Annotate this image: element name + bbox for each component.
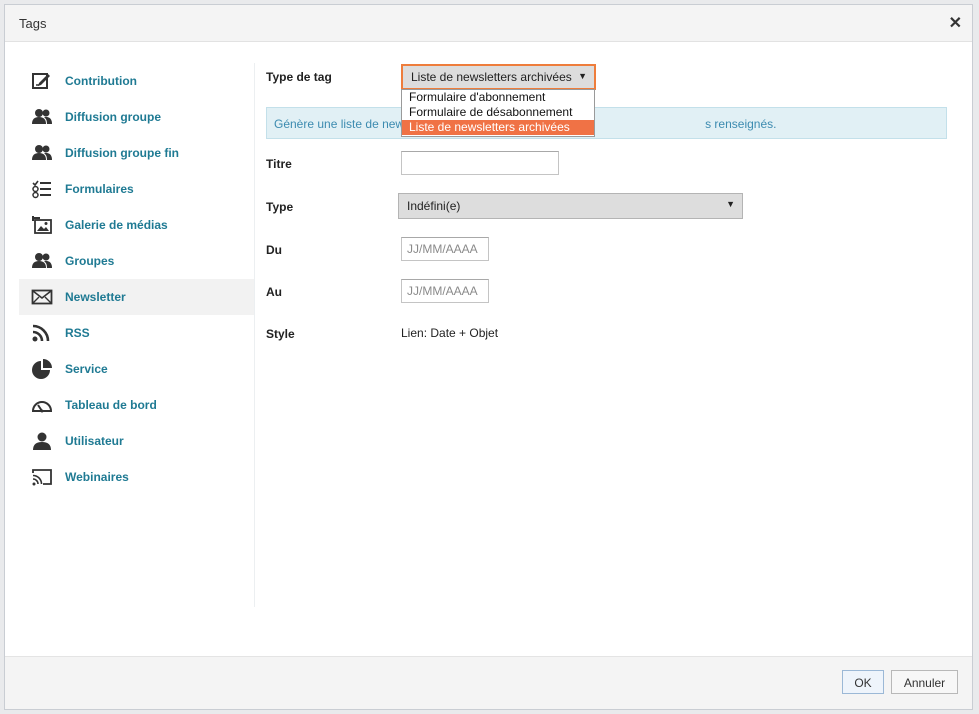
pie-chart-icon xyxy=(31,359,53,379)
sidebar-item-label: Tableau de bord xyxy=(65,398,157,412)
sidebar-divider xyxy=(254,63,255,607)
sidebar-item-service[interactable]: Service xyxy=(19,351,255,387)
sidebar-item-diffusion-groupe[interactable]: Diffusion groupe xyxy=(19,99,255,135)
gallery-icon xyxy=(31,215,53,235)
type-select[interactable]: Indéfini(e) ▼ xyxy=(398,193,743,219)
info-text-end: s renseignés. xyxy=(705,117,777,131)
sidebar-item-label: Service xyxy=(65,362,108,376)
tag-type-option-abonnement[interactable]: Formulaire d'abonnement xyxy=(402,90,594,105)
to-date-label: Au xyxy=(266,285,282,299)
sidebar-item-utilisateur[interactable]: Utilisateur xyxy=(19,423,255,459)
tag-type-selected-value: Liste de newsletters archivées xyxy=(411,70,572,84)
sidebar-item-label: Galerie de médias xyxy=(65,218,168,232)
cancel-button[interactable]: Annuler xyxy=(891,670,958,694)
sidebar-item-label: Groupes xyxy=(65,254,115,268)
ok-button[interactable]: OK xyxy=(842,670,884,694)
tags-dialog: Tags ✕ Contribution Diffusion groupe Dif… xyxy=(4,4,973,710)
sidebar-item-tableau-de-bord[interactable]: Tableau de bord xyxy=(19,387,255,423)
sidebar-item-label: Contribution xyxy=(65,74,137,88)
type-label: Type xyxy=(266,200,294,214)
tag-type-option-desabonnement[interactable]: Formulaire de désabonnement xyxy=(402,105,594,120)
sidebar-item-label: Utilisateur xyxy=(65,434,124,448)
style-label: Style xyxy=(266,327,295,341)
info-text-start: Génère une liste de new xyxy=(274,117,405,131)
type-selected-value: Indéfini(e) xyxy=(407,199,461,213)
dialog-title: Tags xyxy=(19,16,47,31)
dialog-titlebar: Tags ✕ xyxy=(5,5,972,42)
sidebar-item-rss[interactable]: RSS xyxy=(19,315,255,351)
sidebar-item-label: Diffusion groupe xyxy=(65,110,161,124)
tag-type-dropdown: Formulaire d'abonnement Formulaire de dé… xyxy=(401,89,595,137)
gauge-icon xyxy=(31,395,53,415)
users-icon xyxy=(31,107,53,127)
rss-icon xyxy=(31,323,53,343)
tag-type-label: Type de tag xyxy=(266,70,332,84)
sidebar-item-newsletter[interactable]: Newsletter xyxy=(19,279,255,315)
sidebar-item-label: Newsletter xyxy=(65,290,126,304)
tag-type-select[interactable]: Liste de newsletters archivées ▼ xyxy=(401,64,596,90)
from-date-input[interactable] xyxy=(401,237,489,261)
category-sidebar: Contribution Diffusion groupe Diffusion … xyxy=(19,63,255,495)
edit-icon xyxy=(31,71,53,91)
users-icon xyxy=(31,143,53,163)
sidebar-item-label: Webinaires xyxy=(65,470,129,484)
close-icon[interactable]: ✕ xyxy=(949,13,962,33)
style-value: Lien: Date + Objet xyxy=(401,326,499,340)
sidebar-item-galerie-de-medias[interactable]: Galerie de médias xyxy=(19,207,255,243)
cast-icon xyxy=(31,467,53,487)
tag-type-option-liste-archivees[interactable]: Liste de newsletters archivées xyxy=(402,120,594,135)
to-date-input[interactable] xyxy=(401,279,489,303)
sidebar-item-formulaires[interactable]: Formulaires xyxy=(19,171,255,207)
chevron-down-icon: ▼ xyxy=(726,199,735,209)
sidebar-item-contribution[interactable]: Contribution xyxy=(19,63,255,99)
from-date-label: Du xyxy=(266,243,282,257)
sidebar-item-diffusion-groupe-fin[interactable]: Diffusion groupe fin xyxy=(19,135,255,171)
chevron-down-icon: ▼ xyxy=(578,71,587,81)
dialog-footer: OK Annuler xyxy=(5,656,972,709)
users-icon xyxy=(31,251,53,271)
title-label: Titre xyxy=(266,157,292,171)
envelope-icon xyxy=(31,287,53,307)
sidebar-item-label: RSS xyxy=(65,326,90,340)
sidebar-item-label: Diffusion groupe fin xyxy=(65,146,179,160)
checklist-icon xyxy=(31,179,53,199)
sidebar-item-webinaires[interactable]: Webinaires xyxy=(19,459,255,495)
sidebar-item-label: Formulaires xyxy=(65,182,134,196)
title-input[interactable] xyxy=(401,151,559,175)
info-banner: Génère une liste de new s renseignés. xyxy=(266,107,947,139)
sidebar-item-groupes[interactable]: Groupes xyxy=(19,243,255,279)
user-icon xyxy=(31,431,53,451)
